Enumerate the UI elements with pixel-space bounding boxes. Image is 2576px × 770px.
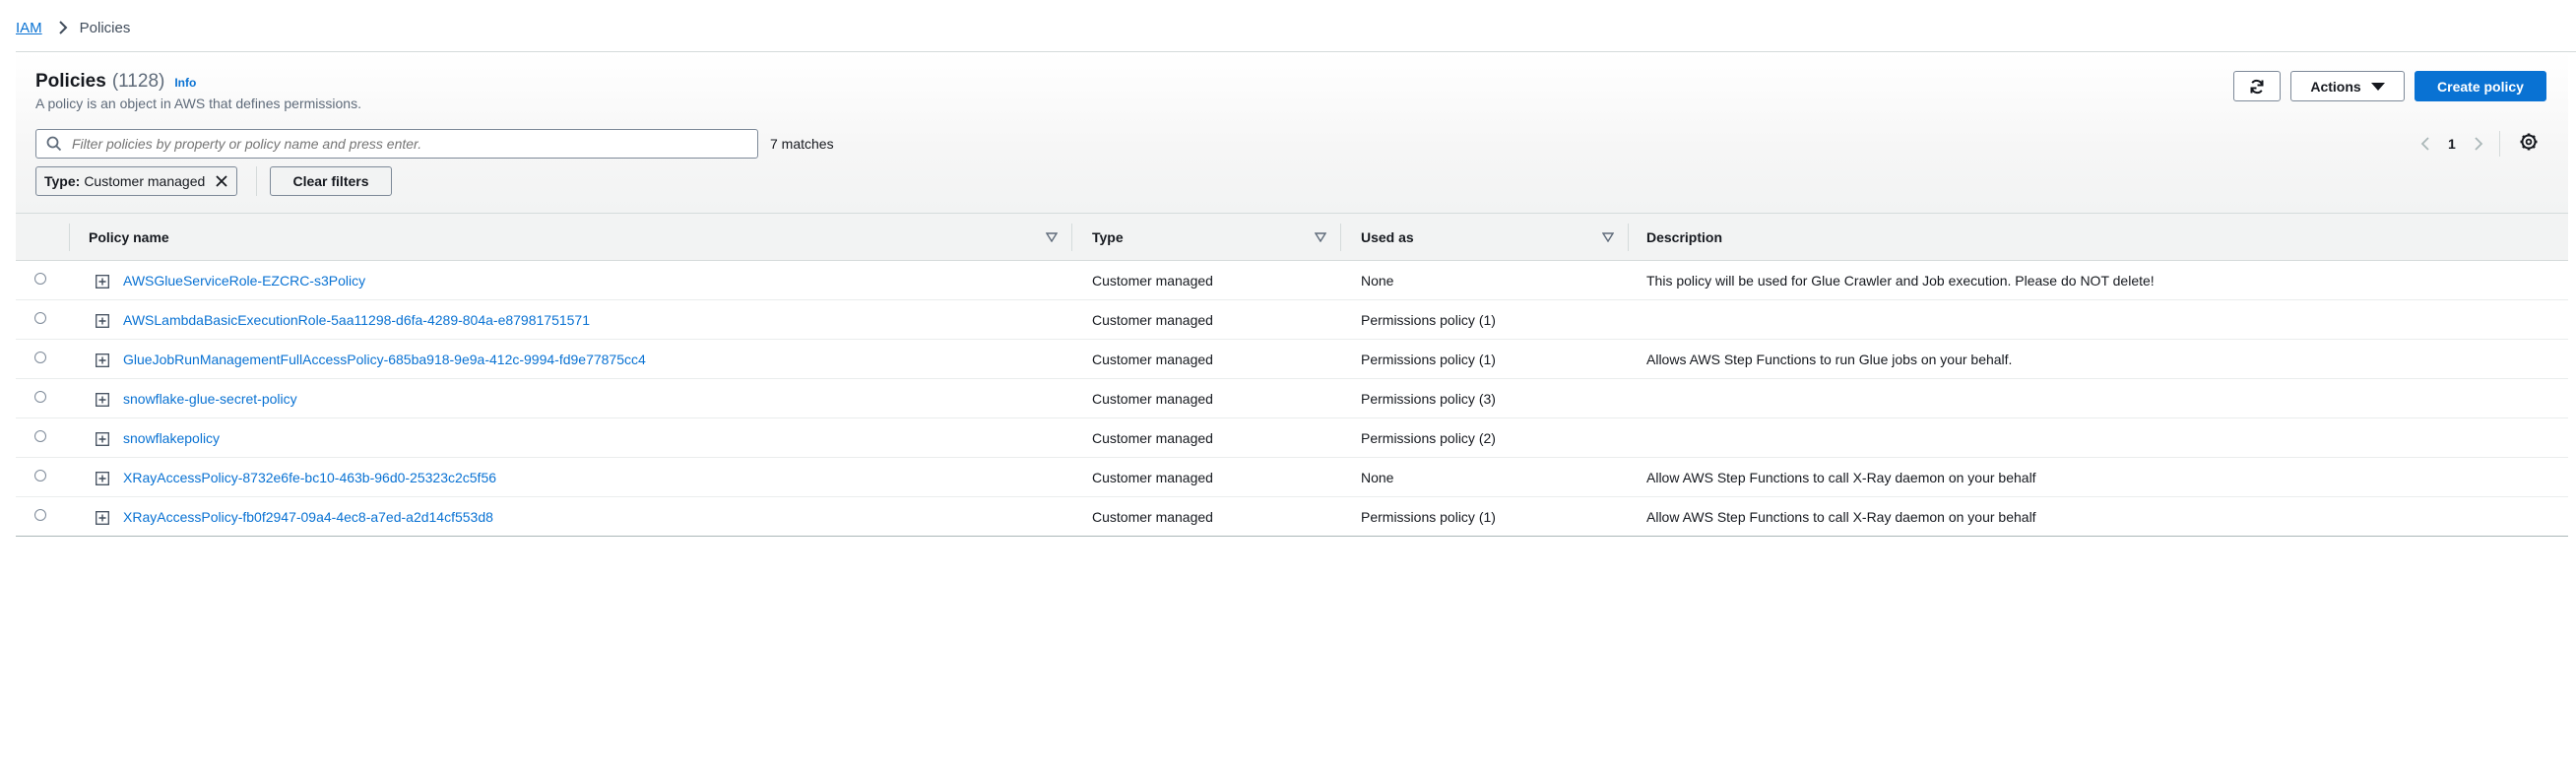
row-select-radio[interactable] [34,391,46,403]
caret-down-icon [2370,82,2385,91]
pagination: 1 [2415,129,2500,159]
refresh-button[interactable] [2233,71,2281,101]
column-divider [69,224,70,251]
sort-icon[interactable] [1602,232,1614,242]
row-select-radio[interactable] [34,352,46,363]
gear-icon[interactable] [2519,132,2539,152]
chevron-left-icon [2420,137,2429,151]
info-link[interactable]: Info [174,76,196,90]
expand-plus-icon[interactable] [96,511,109,525]
policy-description: Allows AWS Step Functions to run Glue jo… [1646,352,2013,367]
table-row: AWSLambdaBasicExecutionRole-5aa11298-d6f… [16,300,2568,340]
panel-header: Policies (1128) Info A policy is an obje… [16,52,2568,214]
column-divider [1071,224,1072,251]
expand-plus-icon[interactable] [96,393,109,407]
policy-name-link[interactable]: snowflakepolicy [123,430,220,446]
column-header-used-as[interactable]: Used as [1361,214,1414,260]
policy-description: Allow AWS Step Functions to call X-Ray d… [1646,470,2036,485]
search-icon [46,136,62,152]
chevron-right-icon [2475,137,2483,151]
row-select-radio[interactable] [34,509,46,521]
page-description: A policy is an object in AWS that define… [35,96,361,111]
policy-used-as: None [1361,470,1394,485]
create-policy-button[interactable]: Create policy [2415,71,2546,101]
filter-token-value: Customer managed [84,173,206,189]
expand-plus-icon[interactable] [96,472,109,485]
next-page-button[interactable] [2468,133,2489,155]
expand-plus-icon[interactable] [96,353,109,367]
table-row: XRayAccessPolicy-8732e6fe-bc10-463b-96d0… [16,458,2568,497]
table-row: GlueJobRunManagementFullAccessPolicy-685… [16,340,2568,379]
policy-name-link[interactable]: snowflake-glue-secret-policy [123,391,297,407]
expand-plus-icon[interactable] [96,314,109,328]
search-box[interactable] [35,129,758,159]
clear-filters-button[interactable]: Clear filters [270,166,392,196]
policy-name-link[interactable]: XRayAccessPolicy-fb0f2947-09a4-4ec8-a7ed… [123,509,493,525]
policy-count: (1128) [111,71,165,92]
page-title: Policies [35,71,106,92]
previous-page-button[interactable] [2415,133,2436,155]
actions-dropdown-button[interactable]: Actions [2290,71,2405,101]
policy-used-as: Permissions policy (1) [1361,509,1496,525]
refresh-icon [2250,79,2264,94]
table-row: snowflakepolicy Customer managed Permiss… [16,418,2568,458]
policy-type: Customer managed [1092,352,1213,367]
page-title-row: Policies (1128) Info [35,71,196,93]
table-row: XRayAccessPolicy-fb0f2947-09a4-4ec8-a7ed… [16,497,2568,537]
policy-name-link[interactable]: AWSGlueServiceRole-EZCRC-s3Policy [123,273,365,289]
column-divider [1340,224,1341,251]
sort-icon[interactable] [1046,232,1058,242]
breadcrumb-current: Policies [79,19,131,36]
expand-plus-icon[interactable] [96,275,109,289]
policy-used-as: Permissions policy (1) [1361,312,1496,328]
table-row: snowflake-glue-secret-policy Customer ma… [16,379,2568,418]
policy-type: Customer managed [1092,430,1213,446]
filter-token: Type: Customer managed [35,166,238,196]
policy-name-link[interactable]: GlueJobRunManagementFullAccessPolicy-685… [123,352,646,367]
pager-divider [2498,131,2500,157]
policy-description: This policy will be used for Glue Crawle… [1646,273,2155,289]
policy-name-link[interactable]: XRayAccessPolicy-8732e6fe-bc10-463b-96d0… [123,470,496,485]
breadcrumb-iam-link[interactable]: IAM [16,20,42,36]
filter-divider [256,166,257,196]
column-divider [1628,224,1629,251]
table-row: AWSGlueServiceRole-EZCRC-s3Policy Custom… [16,261,2568,300]
column-header-description: Description [1646,228,1723,245]
row-select-radio[interactable] [34,312,46,324]
row-select-radio[interactable] [34,430,46,442]
column-header-policy-name[interactable]: Policy name [89,214,169,260]
filter-token-key: Type: [44,173,81,189]
policy-type: Customer managed [1092,273,1213,289]
policy-used-as: None [1361,273,1394,289]
chevron-right-icon [58,21,68,34]
policy-type: Customer managed [1092,470,1213,485]
policy-description: Allow AWS Step Functions to call X-Ray d… [1646,509,2036,525]
policy-type: Customer managed [1092,391,1213,407]
policy-used-as: Permissions policy (1) [1361,352,1496,367]
actions-label: Actions [2310,78,2361,95]
policy-used-as: Permissions policy (3) [1361,391,1496,407]
search-input[interactable] [70,135,743,153]
close-icon[interactable] [215,174,228,188]
policies-panel: Policies (1128) Info A policy is an obje… [16,52,2568,544]
table-header: Policy name Type Used as Description [16,214,2568,261]
column-header-type[interactable]: Type [1092,214,1124,260]
policy-name-link[interactable]: AWSLambdaBasicExecutionRole-5aa11298-d6f… [123,312,590,328]
page-number[interactable]: 1 [2448,136,2456,152]
matches-count: 7 matches [770,136,834,152]
policy-type: Customer managed [1092,509,1213,525]
sort-icon[interactable] [1315,232,1326,242]
expand-plus-icon[interactable] [96,432,109,446]
policy-used-as: Permissions policy (2) [1361,430,1496,446]
row-select-radio[interactable] [34,273,46,285]
policy-type: Customer managed [1092,312,1213,328]
row-select-radio[interactable] [34,470,46,481]
breadcrumb: IAM Policies [16,16,130,39]
table-body: AWSGlueServiceRole-EZCRC-s3Policy Custom… [16,261,2568,538]
